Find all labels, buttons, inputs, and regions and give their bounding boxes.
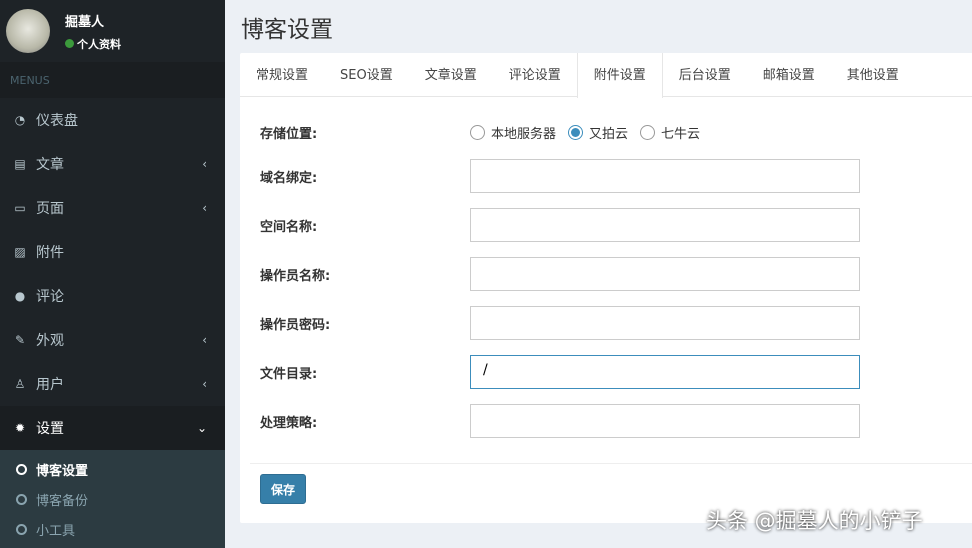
- sidebar-item-label: 文章: [36, 157, 64, 173]
- settings-submenu: 博客设置 博客备份 小工具: [0, 450, 225, 548]
- field-row: 空间名称:: [260, 208, 860, 242]
- field-row: 操作员密码:: [260, 306, 860, 340]
- storage-radio-1[interactable]: 又拍云: [568, 123, 628, 142]
- sidebar-item-4[interactable]: ● 评论: [0, 274, 225, 318]
- field-row: 域名绑定:: [260, 159, 860, 193]
- user-name: 掘墓人: [65, 14, 105, 30]
- radio-label: 本地服务器: [491, 127, 557, 142]
- desktop-icon: ▭: [14, 201, 26, 215]
- chevron-icon: ‹: [202, 157, 207, 171]
- field-input[interactable]: [470, 159, 860, 193]
- sidebar-item-5[interactable]: ✎ 外观 ‹: [0, 318, 225, 362]
- field-label: 操作员密码:: [260, 317, 331, 333]
- profile-link[interactable]: 个人资料: [65, 36, 121, 52]
- brush-icon: ✎: [14, 333, 26, 347]
- tab-3[interactable]: 评论设置: [493, 53, 577, 96]
- storage-row: 存储位置: 本地服务器 又拍云 七牛云: [260, 123, 712, 142]
- avatar: [6, 9, 50, 53]
- circle-icon: [16, 523, 27, 535]
- page-title: 博客设置: [241, 17, 333, 43]
- gear-icon: ✹: [14, 421, 26, 435]
- user-icon: ♙: [14, 377, 26, 391]
- subitem-blog-backup[interactable]: 博客备份: [0, 484, 225, 514]
- radio-icon: [640, 125, 656, 140]
- image-icon: ▨: [14, 245, 26, 259]
- subitem-label: 小工具: [36, 523, 76, 539]
- storage-radio-0[interactable]: 本地服务器: [470, 123, 556, 142]
- tab-7[interactable]: 其他设置: [831, 53, 915, 96]
- field-label: 操作员名称:: [260, 268, 331, 284]
- tab-bar: 常规设置 SEO设置 文章设置 评论设置 附件设置 后台设置 邮箱设置 其他设置: [240, 53, 972, 98]
- sidebar-item-2[interactable]: ▭ 页面 ‹: [0, 186, 225, 230]
- tab-0[interactable]: 常规设置: [240, 53, 324, 96]
- sidebar-item-6[interactable]: ♙ 用户 ‹: [0, 362, 225, 406]
- sidebar-item-label: 设置: [36, 421, 64, 437]
- field-input[interactable]: [470, 404, 860, 438]
- field-label: 处理策略:: [260, 415, 318, 431]
- tab-4[interactable]: 附件设置: [576, 53, 663, 98]
- field-row: 处理策略:: [260, 404, 860, 438]
- subitem-blog-settings[interactable]: 博客设置: [0, 454, 225, 484]
- settings-panel: 常规设置 SEO设置 文章设置 评论设置 附件设置 后台设置 邮箱设置 其他设置 存储位置: …: [240, 53, 972, 523]
- field-label: 域名绑定:: [260, 170, 318, 186]
- field-label: 文件目录:: [260, 366, 318, 382]
- sidebar-item-label: 用户: [36, 377, 64, 393]
- storage-radio-2[interactable]: 七牛云: [640, 123, 700, 142]
- radio-icon: [470, 125, 485, 140]
- sidebar: 掘墓人 个人资料 MENUS ◔ 仪表盘 ▤ 文章 ‹ ▭ 页面 ‹ ▨ 附件 ● 评论 ✎ 外观 ‹ ♙ 用户…: [0, 0, 225, 548]
- storage-label: 存储位置:: [260, 127, 318, 142]
- field-input[interactable]: [470, 257, 860, 291]
- chevron-icon: ‹: [202, 333, 207, 347]
- watermark: 头条 @掘墓人的小铲子: [706, 509, 923, 533]
- sidebar-item-label: 外观: [36, 333, 64, 349]
- sidebar-item-1[interactable]: ▤ 文章 ‹: [0, 142, 225, 186]
- user-panel: 掘墓人 个人资料: [0, 0, 225, 62]
- sidebar-item-label: 页面: [36, 201, 64, 217]
- subitem-widgets[interactable]: 小工具: [0, 514, 225, 544]
- online-status-icon: [65, 39, 74, 48]
- radio-label: 七牛云: [661, 127, 701, 142]
- sidebar-item-label: 仪表盘: [36, 113, 78, 129]
- divider: [250, 463, 972, 464]
- chevron-icon: ⌄: [196, 421, 207, 435]
- field-input[interactable]: /: [470, 355, 860, 389]
- sidebar-item-label: 评论: [36, 289, 64, 305]
- radio-label: 又拍云: [589, 127, 629, 142]
- book-icon: ▤: [14, 157, 26, 171]
- tab-6[interactable]: 邮箱设置: [747, 53, 831, 96]
- circle-icon: [16, 493, 27, 505]
- tab-1[interactable]: SEO设置: [324, 53, 409, 96]
- circle-icon: [16, 463, 27, 475]
- sidebar-item-label: 附件: [36, 245, 64, 261]
- tab-5[interactable]: 后台设置: [663, 53, 747, 96]
- field-input[interactable]: [470, 208, 860, 242]
- dashboard-icon: ◔: [14, 113, 26, 127]
- chevron-icon: ‹: [202, 377, 207, 391]
- sidebar-item-7[interactable]: ✹ 设置 ⌄: [0, 406, 225, 450]
- field-label: 空间名称:: [260, 219, 318, 235]
- comment-icon: ●: [14, 289, 26, 303]
- field-row: 文件目录: /: [260, 355, 860, 389]
- menu-header: MENUS: [0, 62, 225, 98]
- save-button[interactable]: 保存: [260, 474, 306, 504]
- profile-label: 个人资料: [77, 37, 121, 51]
- sidebar-item-0[interactable]: ◔ 仪表盘: [0, 98, 225, 142]
- field-input[interactable]: [470, 306, 860, 340]
- radio-icon: [568, 125, 584, 140]
- chevron-icon: ‹: [202, 201, 207, 215]
- subitem-label: 博客设置: [36, 463, 89, 479]
- sidebar-item-3[interactable]: ▨ 附件: [0, 230, 225, 274]
- subitem-label: 博客备份: [36, 493, 89, 509]
- tab-2[interactable]: 文章设置: [409, 53, 493, 96]
- field-row: 操作员名称:: [260, 257, 860, 291]
